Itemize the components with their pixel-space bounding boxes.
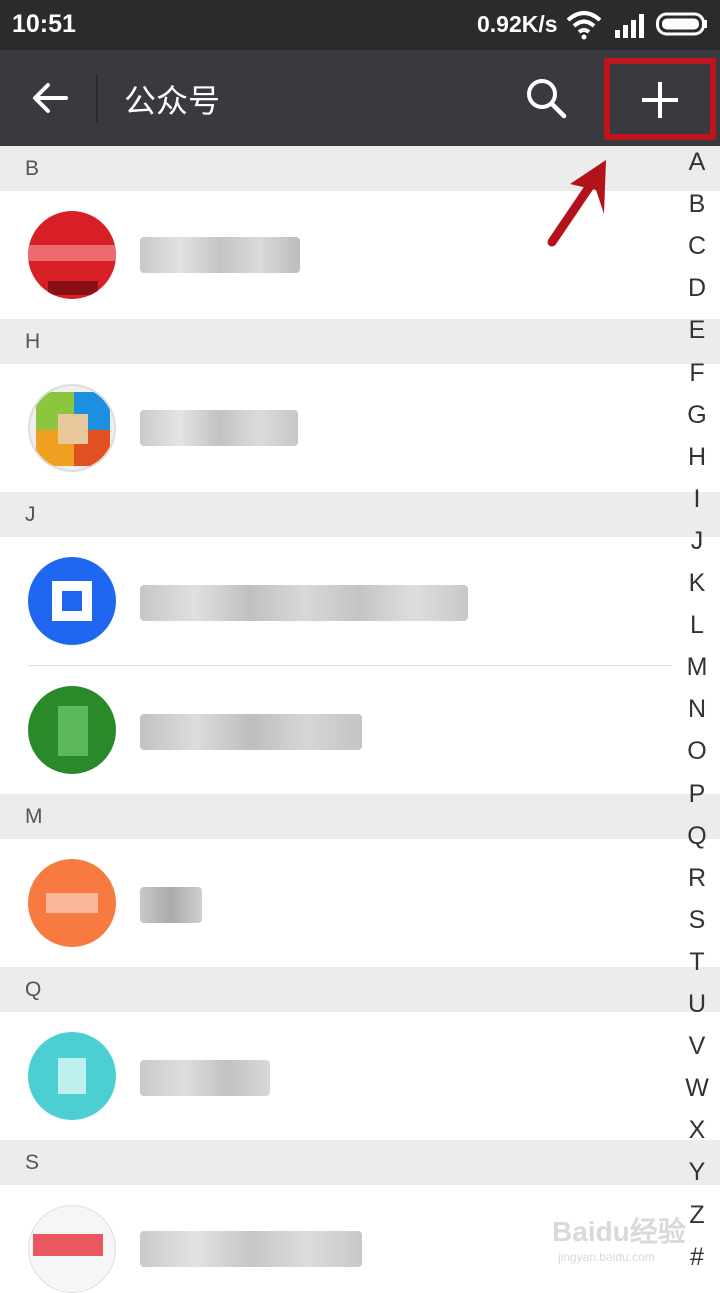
back-arrow-icon[interactable] bbox=[24, 72, 76, 124]
section-header-q: Q bbox=[0, 967, 720, 1012]
index-letter[interactable]: C bbox=[674, 232, 720, 261]
index-letter[interactable]: R bbox=[674, 864, 720, 893]
alphabet-index-bar[interactable]: A B C D E F G H I J K L M N O P Q R S T U V W X Y Z # bbox=[674, 146, 720, 1280]
watermark-url: jingyan.baidu.com bbox=[558, 1250, 655, 1264]
index-letter[interactable]: Y bbox=[674, 1158, 720, 1187]
app-bar: 公众号 bbox=[0, 50, 720, 146]
index-letter[interactable]: X bbox=[674, 1116, 720, 1145]
list-item[interactable] bbox=[0, 364, 720, 492]
index-letter[interactable]: S bbox=[674, 906, 720, 935]
index-letter[interactable]: P bbox=[674, 780, 720, 809]
section-header-m: M bbox=[0, 794, 720, 839]
status-time: 10:51 bbox=[12, 10, 76, 38]
account-name-redacted bbox=[140, 237, 300, 273]
app-bar-divider bbox=[96, 74, 98, 122]
plus-icon bbox=[642, 82, 678, 118]
annotation-arrow-icon bbox=[547, 160, 606, 247]
index-letter[interactable]: B bbox=[674, 190, 720, 219]
index-letter[interactable]: D bbox=[674, 274, 720, 303]
index-letter[interactable]: J bbox=[674, 527, 720, 556]
add-button[interactable] bbox=[604, 58, 716, 140]
account-name-redacted bbox=[140, 714, 362, 750]
index-letter[interactable]: T bbox=[674, 948, 720, 977]
index-letter[interactable]: O bbox=[674, 737, 720, 766]
section-header-s: S bbox=[0, 1140, 720, 1185]
index-letter[interactable]: W bbox=[674, 1074, 720, 1103]
list-item[interactable] bbox=[0, 1012, 720, 1140]
index-letter[interactable]: E bbox=[674, 316, 720, 345]
index-letter[interactable]: F bbox=[674, 359, 720, 388]
account-name-redacted bbox=[140, 1060, 270, 1096]
index-letter[interactable]: K bbox=[674, 569, 720, 598]
index-letter[interactable]: L bbox=[674, 611, 720, 640]
avatar bbox=[28, 557, 116, 645]
index-letter[interactable]: H bbox=[674, 443, 720, 472]
account-name-redacted bbox=[140, 887, 202, 923]
list-item[interactable] bbox=[0, 666, 720, 794]
account-name-redacted bbox=[140, 1231, 362, 1267]
avatar bbox=[28, 686, 116, 774]
search-icon[interactable] bbox=[520, 72, 572, 124]
index-letter[interactable]: G bbox=[674, 401, 720, 430]
wifi-icon bbox=[566, 11, 602, 40]
watermark-brand: Baidu经验 bbox=[552, 1216, 686, 1247]
account-name-redacted bbox=[140, 410, 298, 446]
battery-icon bbox=[656, 12, 707, 36]
index-letter[interactable]: N bbox=[674, 695, 720, 724]
watermark-logo: Baidu经验 jingyan.baidu.com bbox=[552, 1210, 712, 1270]
signal-icon bbox=[615, 14, 644, 38]
section-header-j: J bbox=[0, 492, 720, 537]
avatar bbox=[28, 211, 116, 299]
list-item[interactable] bbox=[0, 537, 720, 665]
list-group bbox=[0, 537, 720, 794]
avatar bbox=[28, 384, 116, 472]
list-item[interactable] bbox=[0, 839, 720, 967]
avatar bbox=[28, 1032, 116, 1120]
index-letter[interactable]: A bbox=[674, 148, 720, 177]
index-letter[interactable]: V bbox=[674, 1032, 720, 1061]
page-title: 公众号 bbox=[124, 82, 221, 120]
section-header-h: H bbox=[0, 319, 720, 364]
index-letter[interactable]: U bbox=[674, 990, 720, 1019]
network-speed: 0.92K/s bbox=[477, 11, 558, 37]
index-letter[interactable]: M bbox=[674, 653, 720, 682]
index-letter[interactable]: I bbox=[674, 485, 720, 514]
index-letter[interactable]: Q bbox=[674, 822, 720, 851]
avatar bbox=[28, 859, 116, 947]
status-bar: 10:51 0.92K/s bbox=[0, 0, 720, 50]
account-name-redacted bbox=[140, 585, 468, 621]
